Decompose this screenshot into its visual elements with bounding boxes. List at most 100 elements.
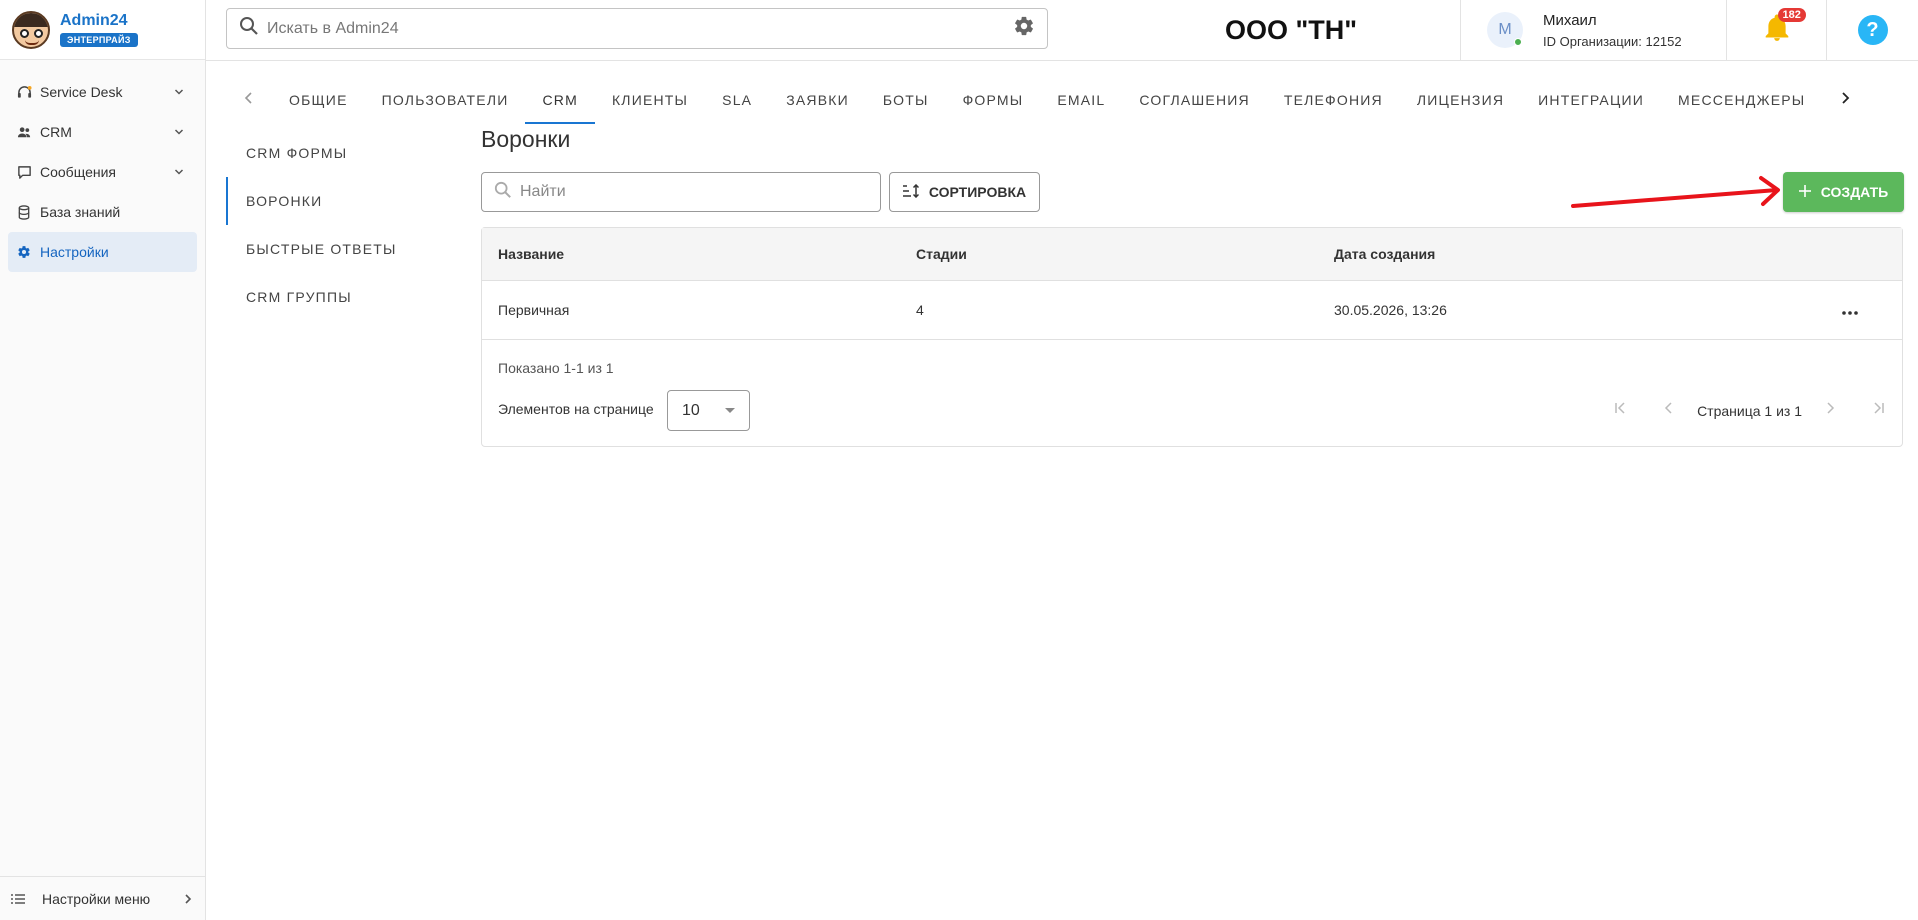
tabs-scroll-right[interactable]: [1822, 76, 1868, 124]
brand-name: Admin24: [60, 11, 128, 29]
bell-icon: [1764, 14, 1790, 46]
users-icon: [16, 124, 32, 140]
page-indicator: Страница 1 из 1: [1697, 402, 1802, 419]
table-footer: Показано 1-1 из 1 Элементов на странице …: [482, 340, 1902, 446]
tab-7[interactable]: ФОРМЫ: [946, 76, 1041, 124]
row-actions-button[interactable]: [1836, 296, 1864, 324]
toolbar: СОРТИРОВКА СОЗДАТЬ: [481, 172, 1904, 218]
sidebar-item-1[interactable]: CRM: [8, 112, 197, 152]
sidebar-item-label: Service Desk: [40, 84, 123, 100]
sidebar-nav: Service Desk CRM Сообщения База знаний Настр…: [0, 60, 205, 272]
prev-page-button[interactable]: [1645, 391, 1693, 431]
table-header: Название Стадии Дата создания: [482, 228, 1902, 281]
last-page-button[interactable]: [1854, 391, 1902, 431]
tab-11[interactable]: ЛИЦЕНЗИЯ: [1400, 76, 1521, 124]
list-icon: [10, 891, 26, 907]
avatar: М: [1487, 12, 1523, 48]
cell-created: 30.05.2026, 13:26: [1334, 302, 1447, 318]
last-page-icon: [1871, 401, 1885, 420]
sort-button[interactable]: СОРТИРОВКА: [889, 172, 1040, 212]
message-icon: [16, 164, 32, 180]
user-profile[interactable]: М Михаил ID Организации: 12152: [1460, 0, 1726, 60]
caret-down-icon: [725, 408, 735, 413]
cell-name: Первичная: [498, 302, 570, 318]
tab-4[interactable]: SLA: [705, 76, 769, 124]
first-page-button[interactable]: [1597, 391, 1645, 431]
sidebar-item-0[interactable]: Service Desk: [8, 72, 197, 112]
chevron-left-icon: [242, 91, 256, 110]
submenu-item-0[interactable]: CRM ФОРМЫ: [226, 129, 456, 177]
tab-12[interactable]: ИНТЕГРАЦИИ: [1521, 76, 1661, 124]
search-icon: [239, 16, 259, 41]
global-search[interactable]: [226, 8, 1048, 49]
tab-10[interactable]: ТЕЛЕФОНИЯ: [1267, 76, 1400, 124]
sidebar-item-3[interactable]: База знаний: [8, 192, 197, 232]
annotation-arrow: [1571, 176, 1780, 208]
organization-title: ООО "ТН": [1224, 14, 1358, 45]
first-page-icon: [1614, 401, 1628, 420]
next-page-button[interactable]: [1806, 391, 1854, 431]
shown-count: Показано 1-1 из 1: [498, 360, 614, 376]
global-search-input[interactable]: [267, 19, 1013, 38]
tab-0[interactable]: ОБЩИЕ: [272, 76, 365, 124]
brand[interactable]: Admin24 ЭНТЕРПРАЙЗ: [0, 0, 205, 60]
help-button[interactable]: ?: [1826, 0, 1918, 60]
topbar: ООО "ТН" М Михаил ID Организации: 12152 …: [206, 0, 1918, 61]
menu-settings-button[interactable]: Настройки меню: [0, 876, 205, 920]
table-row[interactable]: Первичная 4 30.05.2026, 13:26: [482, 281, 1902, 340]
brand-logo: [12, 10, 50, 49]
find-input[interactable]: [520, 183, 868, 201]
column-header-created[interactable]: Дата создания: [1318, 246, 1798, 262]
tabs-scroll-left[interactable]: [226, 76, 272, 124]
chevron-down-icon: [173, 165, 187, 179]
organization-id: ID Организации: 12152: [1543, 33, 1682, 49]
user-name: Михаил: [1543, 11, 1597, 29]
plan-badge: ЭНТЕРПРАЙЗ: [60, 32, 138, 47]
notifications-count-badge: 182: [1777, 7, 1806, 22]
column-header-stages[interactable]: Стадии: [900, 246, 1318, 262]
headset-icon: [16, 84, 32, 100]
main-content: Воронки СОРТИРОВКА СОЗДАТЬ Назван: [481, 126, 1904, 447]
sidebar-item-4[interactable]: Настройки: [8, 232, 197, 272]
find-field[interactable]: [481, 172, 881, 212]
tab-13[interactable]: МЕССЕНДЖЕРЫ: [1661, 76, 1822, 124]
submenu-item-2[interactable]: БЫСТРЫЕ ОТВЕТЫ: [226, 225, 456, 273]
crm-submenu: CRM ФОРМЫ ВОРОНКИ БЫСТРЫЕ ОТВЕТЫ CRM ГРУППЫ: [226, 129, 456, 321]
more-horizontal-icon: [1842, 302, 1858, 318]
tab-5[interactable]: ЗАЯВКИ: [769, 76, 866, 124]
submenu-item-1[interactable]: ВОРОНКИ: [226, 177, 456, 225]
tab-1[interactable]: ПОЛЬЗОВАТЕЛИ: [365, 76, 526, 124]
gear-icon[interactable]: [1013, 15, 1035, 42]
search-icon: [494, 181, 512, 204]
sidebar-item-2[interactable]: Сообщения: [8, 152, 197, 192]
settings-tabs: ОБЩИЕ ПОЛЬЗОВАТЕЛИ CRM КЛИЕНТЫ SLA ЗАЯВКИ БОТЫ…: [226, 76, 1902, 124]
sidebar-item-label: Настройки: [40, 244, 109, 260]
tab-6[interactable]: БОТЫ: [866, 76, 946, 124]
per-page-select[interactable]: 10: [667, 390, 750, 431]
notifications-button[interactable]: 182: [1726, 0, 1826, 60]
plus-icon: [1798, 184, 1811, 200]
chevron-left-icon: [1662, 401, 1676, 420]
sort-label: СОРТИРОВКА: [928, 184, 1027, 200]
column-header-name[interactable]: Название: [482, 246, 900, 262]
per-page-value: 10: [682, 401, 700, 419]
cell-stages: 4: [916, 302, 924, 318]
tab-8[interactable]: EMAIL: [1040, 76, 1122, 124]
database-icon: [16, 204, 32, 220]
tab-3[interactable]: КЛИЕНТЫ: [595, 76, 705, 124]
online-status-dot: [1514, 38, 1522, 46]
funnels-table: Название Стадии Дата создания Первичная …: [481, 227, 1903, 447]
tab-2[interactable]: CRM: [525, 76, 596, 124]
create-button[interactable]: СОЗДАТЬ: [1783, 172, 1904, 212]
per-page-label: Элементов на странице: [498, 401, 654, 417]
chevron-down-icon: [173, 125, 187, 139]
pagination: Страница 1 из 1: [1597, 390, 1902, 431]
help-icon: ?: [1857, 15, 1888, 45]
create-label: СОЗДАТЬ: [1820, 184, 1889, 200]
chevron-right-icon: [1838, 91, 1852, 110]
submenu-item-3[interactable]: CRM ГРУППЫ: [226, 273, 456, 321]
tab-9[interactable]: СОГЛАШЕНИЯ: [1122, 76, 1266, 124]
sidebar: Admin24 ЭНТЕРПРАЙЗ Service Desk CRM Сообще…: [0, 0, 206, 920]
chevron-right-icon: [181, 892, 195, 906]
chevron-down-icon: [173, 85, 187, 99]
